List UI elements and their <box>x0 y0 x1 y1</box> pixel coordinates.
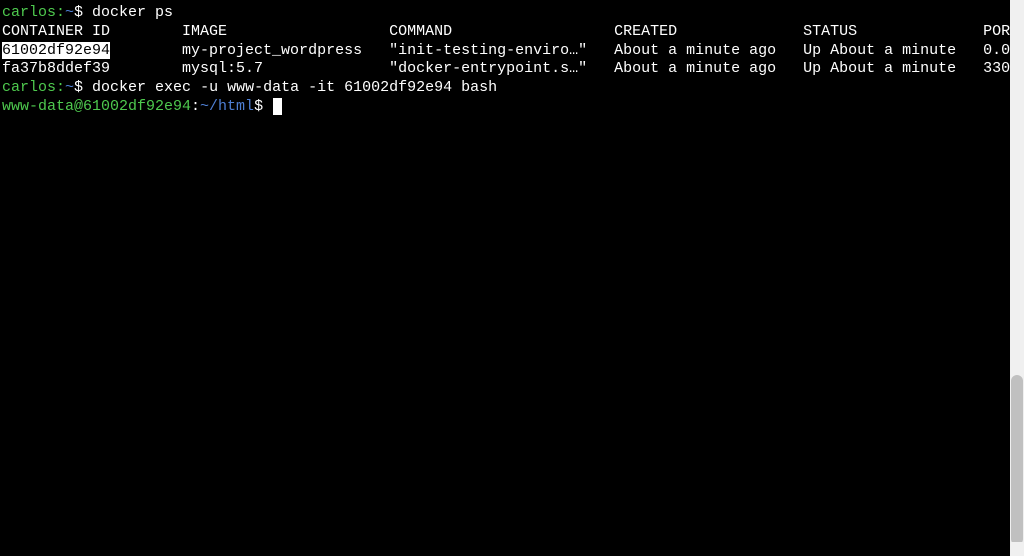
docker-ps-row-1: 61002df92e94 my-project_wordpress "init-… <box>2 42 1024 61</box>
command-text: docker exec -u www-data -it 61002df92e94… <box>92 79 497 96</box>
host-label: carlos: <box>2 4 65 21</box>
docker-ps-header: CONTAINER ID IMAGE COMMAND CREATED STATU… <box>2 23 1024 42</box>
scrollbar-up-arrow-icon[interactable] <box>1010 0 1024 14</box>
scrollbar[interactable] <box>1010 0 1024 556</box>
cursor-icon <box>273 98 282 115</box>
prompt-line-2: carlos:~$ docker exec -u www-data -it 61… <box>2 79 1024 98</box>
docker-ps-row-2: fa37b8ddef39 mysql:5.7 "docker-entrypoin… <box>2 60 1024 79</box>
cwd-tilde: ~ <box>65 4 74 21</box>
scrollbar-down-arrow-icon[interactable] <box>1010 542 1024 556</box>
container-id-highlighted[interactable]: 61002df92e94 <box>2 42 110 59</box>
cwd-tilde: ~ <box>65 79 74 96</box>
prompt-line-1: carlos:~$ docker ps <box>2 4 1024 23</box>
command-text: docker ps <box>92 4 173 21</box>
host-label: carlos: <box>2 79 65 96</box>
docker-ps-row-1-rest: my-project_wordpress "init-testing-envir… <box>110 42 1024 59</box>
colon: : <box>191 98 200 115</box>
prompt-dollar: $ <box>74 79 92 96</box>
prompt-dollar: $ <box>74 4 92 21</box>
prompt-dollar: $ <box>254 98 272 115</box>
container-prompt-line[interactable]: www-data@61002df92e94:~/html$ <box>2 98 1024 117</box>
container-user-host: www-data@61002df92e94 <box>2 98 191 115</box>
container-cwd: ~/html <box>200 98 254 115</box>
scrollbar-thumb[interactable] <box>1011 375 1023 545</box>
